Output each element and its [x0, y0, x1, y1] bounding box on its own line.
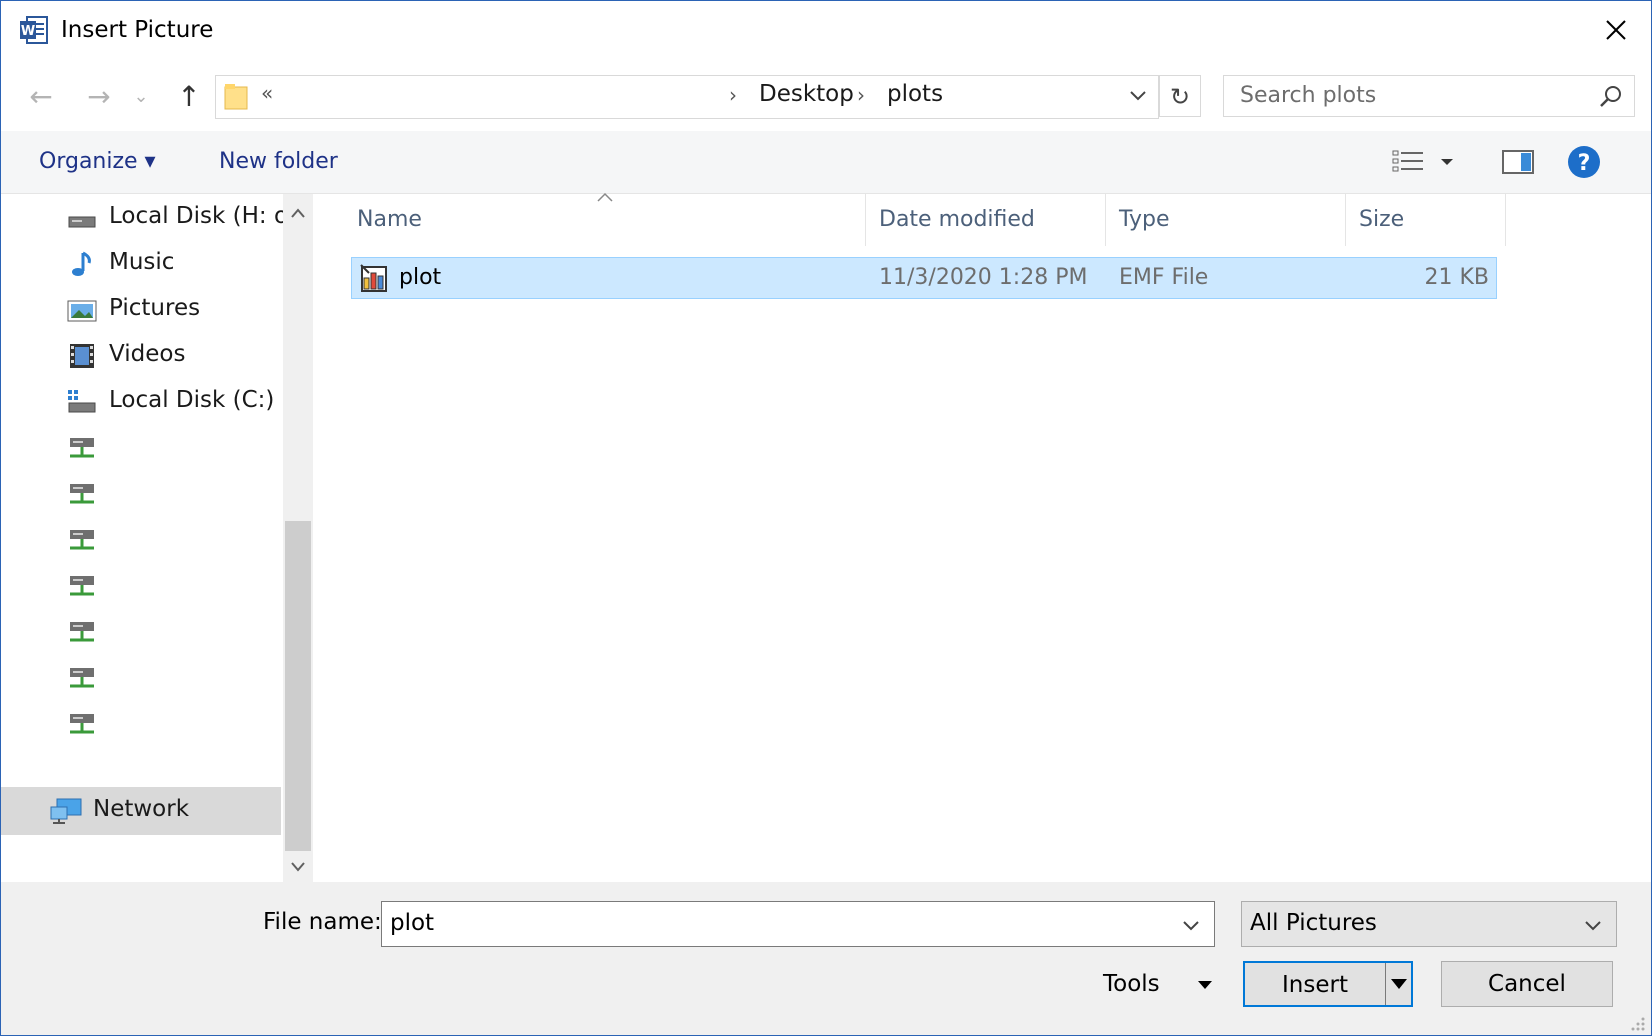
sidebar-item-label: Music — [109, 249, 175, 275]
videos-icon — [70, 344, 94, 368]
sidebar-item-label: Network — [93, 796, 190, 822]
network-drive-icon — [70, 622, 94, 642]
column-divider[interactable] — [1105, 194, 1106, 246]
sidebar-item-network-drive[interactable] — [1, 563, 281, 609]
back-arrow-icon[interactable]: ← — [23, 79, 59, 115]
sort-ascending-icon — [597, 192, 613, 202]
network-drive-icon — [70, 668, 94, 688]
sidebar-item-network-drive[interactable] — [1, 655, 281, 701]
breadcrumb-plots[interactable]: plots — [887, 81, 943, 107]
network-drive-icon — [70, 484, 94, 504]
file-name-input[interactable]: plot — [381, 901, 1215, 947]
forward-arrow-icon[interactable]: → — [81, 79, 117, 115]
drive-icon — [68, 216, 96, 228]
local-disk-icon — [68, 390, 96, 413]
network-drive-icon — [70, 530, 94, 550]
file-name-label: File name: — [263, 909, 382, 935]
tools-button[interactable]: Tools — [1103, 971, 1160, 997]
emf-file-icon — [360, 264, 387, 292]
sidebar-item-local-disk-h[interactable]: Local Disk (H: or — [1, 195, 298, 241]
chevron-down-icon[interactable] — [1580, 912, 1606, 938]
breadcrumb-separator[interactable]: › — [729, 83, 737, 107]
sidebar-item-label: Local Disk (H: or — [109, 203, 298, 229]
help-icon[interactable]: ? — [1567, 145, 1601, 179]
folder-icon — [224, 84, 248, 110]
breadcrumb-desktop[interactable]: Desktop — [759, 81, 854, 107]
sidebar-item-pictures[interactable]: Pictures — [1, 287, 281, 333]
sidebar-item-videos[interactable]: Videos — [1, 333, 281, 379]
close-icon[interactable] — [1601, 15, 1631, 45]
column-header-size[interactable]: Size — [1359, 207, 1404, 232]
column-header-name[interactable]: Name — [357, 207, 422, 232]
sidebar-item-label: Videos — [109, 341, 186, 367]
network-drive-icon — [70, 714, 94, 734]
pictures-icon — [67, 300, 97, 322]
search-placeholder: Search plots — [1240, 83, 1377, 108]
file-type: EMF File — [1119, 265, 1209, 290]
file-name-value: plot — [390, 910, 435, 936]
sidebar-item-network-drive[interactable] — [1, 517, 281, 563]
column-header-date-modified[interactable]: Date modified — [879, 207, 1035, 232]
insert-dropdown-icon[interactable] — [1390, 977, 1408, 991]
sidebar-item-network-drive[interactable] — [1, 701, 281, 747]
music-icon — [72, 251, 91, 276]
search-input[interactable]: Search plots — [1223, 75, 1635, 117]
sidebar-item-label: Local Disk (C:) — [109, 387, 275, 413]
up-arrow-icon[interactable]: ↑ — [171, 79, 207, 115]
column-divider[interactable] — [1505, 194, 1506, 246]
resize-grip-icon[interactable] — [1629, 1015, 1647, 1033]
file-size: 21 KB — [1424, 265, 1489, 290]
sidebar-item-network[interactable]: Network — [1, 787, 281, 835]
chevron-down-icon[interactable] — [1178, 912, 1204, 938]
recent-locations-icon[interactable]: ⌄ — [129, 79, 153, 115]
view-options-icon[interactable] — [1391, 147, 1455, 177]
address-overflow[interactable]: « — [261, 81, 273, 105]
svg-text:W: W — [21, 24, 35, 39]
scroll-up-icon[interactable] — [283, 199, 313, 229]
sidebar-item-music[interactable]: Music — [1, 241, 281, 287]
organize-button[interactable]: Organize ▾ — [39, 149, 156, 174]
file-date-modified: 11/3/2020 1:28 PM — [879, 265, 1088, 290]
word-icon: W — [20, 16, 48, 44]
new-folder-button[interactable]: New folder — [219, 149, 338, 174]
insert-picture-dialog: W Insert Picture ← → ⌄ ↑ « › Desktop › p… — [0, 0, 1652, 1036]
column-header-type[interactable]: Type — [1119, 207, 1170, 232]
svg-text:?: ? — [1578, 151, 1591, 176]
preview-pane-icon[interactable] — [1501, 147, 1535, 177]
scrollbar-thumb[interactable] — [285, 521, 311, 851]
column-divider[interactable] — [865, 194, 866, 246]
breadcrumb-separator[interactable]: › — [857, 83, 865, 107]
file-type-value: All Pictures — [1250, 910, 1377, 936]
sidebar-item-network-drive[interactable] — [1, 471, 281, 517]
sidebar-item-network-drive[interactable] — [1, 425, 281, 471]
cancel-button[interactable]: Cancel — [1441, 961, 1613, 1007]
scroll-down-icon[interactable] — [283, 851, 313, 881]
refresh-icon[interactable]: ↻ — [1159, 75, 1201, 117]
address-dropdown-chevron-icon[interactable] — [1123, 81, 1153, 111]
sidebar-item-label: Pictures — [109, 295, 201, 321]
insert-button-label: Insert — [1282, 972, 1348, 998]
file-name[interactable]: plot — [399, 265, 441, 290]
column-divider[interactable] — [1345, 194, 1346, 246]
insert-split-dropdown[interactable] — [1385, 963, 1412, 1005]
network-drive-icon — [70, 438, 94, 458]
search-icon[interactable] — [1598, 84, 1624, 110]
sidebar-item-local-disk-c[interactable]: Local Disk (C:) — [1, 379, 281, 425]
tools-dropdown-icon[interactable] — [1197, 979, 1213, 991]
network-drive-icon — [70, 576, 94, 596]
address-bar[interactable] — [215, 75, 1159, 119]
sidebar-item-network-drive[interactable] — [1, 609, 281, 655]
file-type-select[interactable]: All Pictures — [1241, 901, 1617, 947]
network-icon — [50, 798, 82, 824]
dialog-title: Insert Picture — [61, 17, 214, 43]
